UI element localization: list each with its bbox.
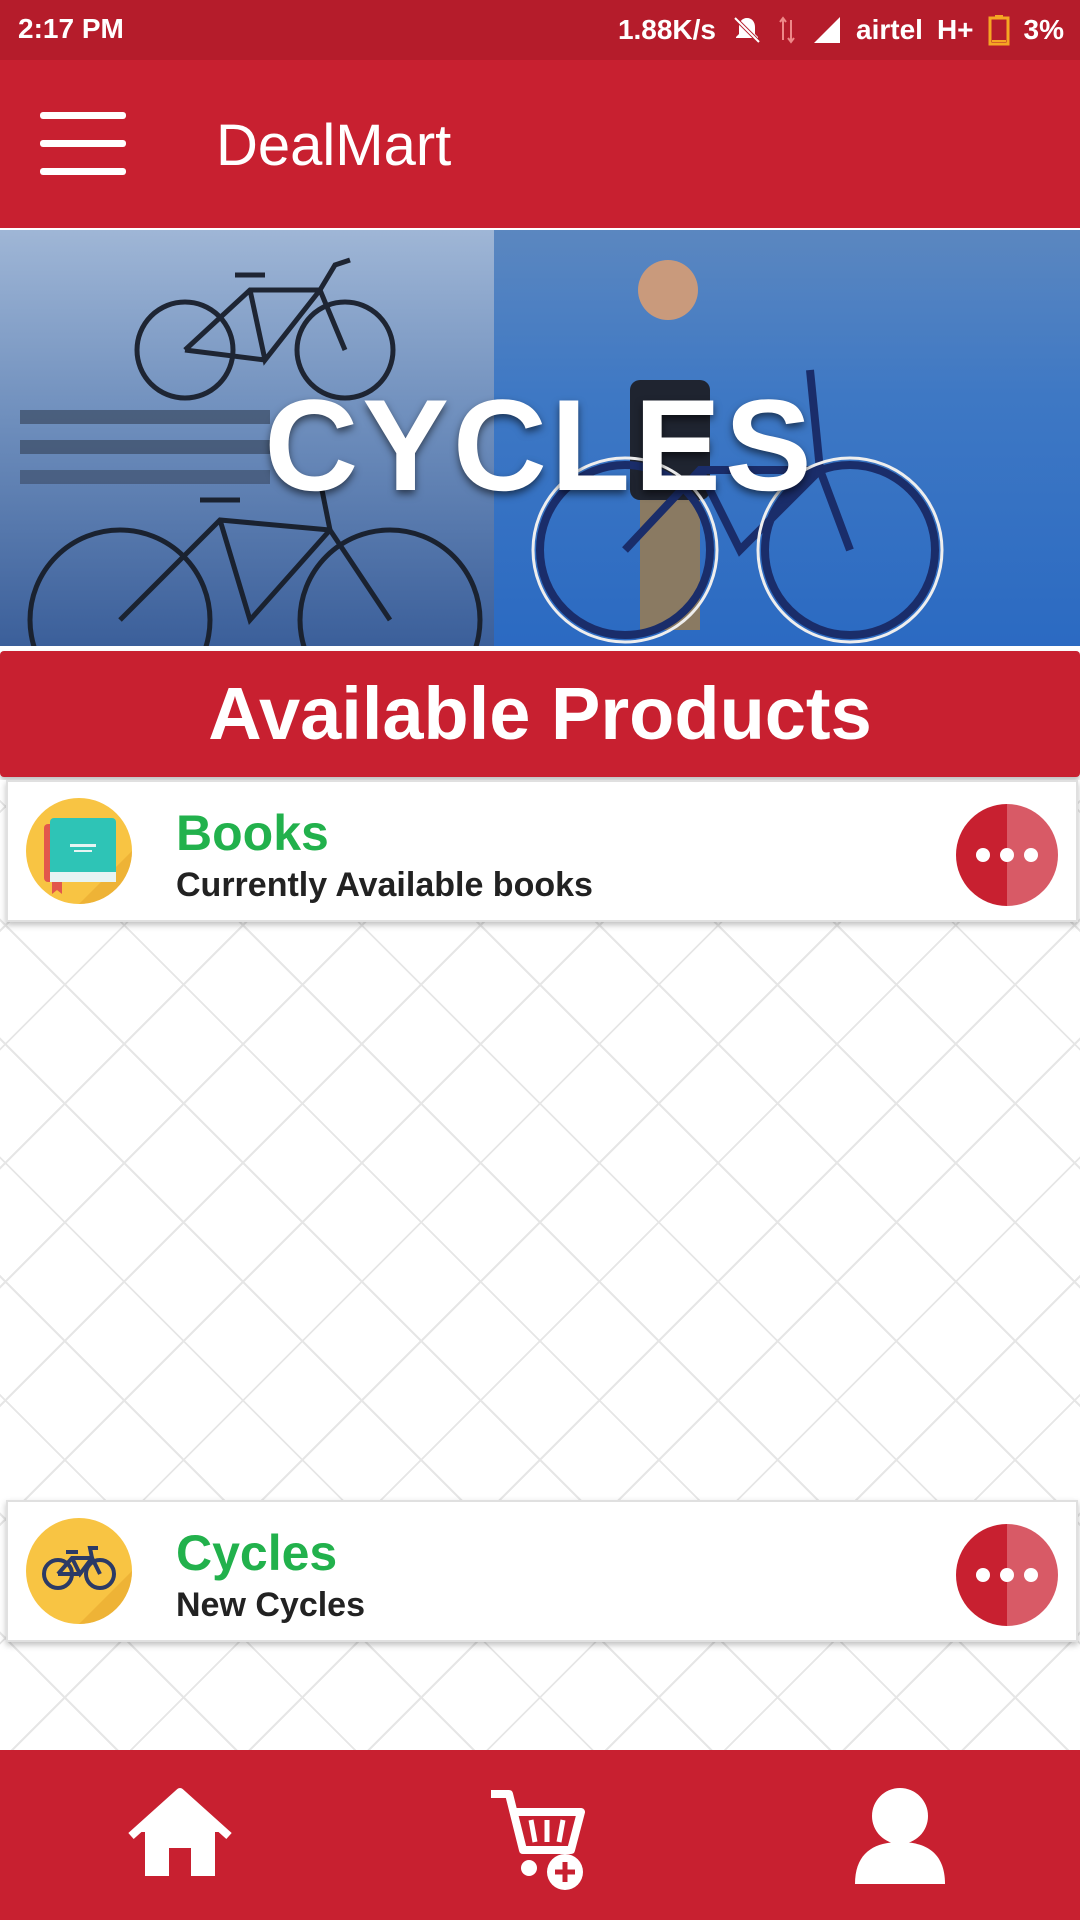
battery-icon bbox=[988, 14, 1010, 46]
more-options-button[interactable] bbox=[956, 804, 1058, 906]
category-banner[interactable]: CYCLES bbox=[0, 230, 1080, 646]
banner-title: CYCLES bbox=[264, 372, 816, 518]
carrier-name: airtel bbox=[856, 14, 923, 45]
app-bar: DealMart bbox=[0, 60, 1080, 228]
status-time: 2:17 PM bbox=[18, 13, 124, 44]
battery-level: 3% bbox=[1023, 14, 1064, 45]
dot-icon bbox=[1024, 848, 1038, 862]
book-icon bbox=[26, 798, 132, 904]
more-options-button[interactable] bbox=[956, 1524, 1058, 1626]
dot-icon bbox=[1000, 848, 1014, 862]
signal-icon bbox=[810, 15, 842, 45]
cart-add-icon[interactable] bbox=[485, 1780, 595, 1890]
section-title: Available Products bbox=[0, 651, 1080, 777]
status-indicators: 1.88K/s airtel H+ 3% bbox=[618, 13, 1064, 47]
status-bar: 2:17 PM 1.88K/s airtel H+ 3% bbox=[0, 0, 1080, 60]
product-description: New Cycles bbox=[176, 1586, 365, 1624]
product-card-books[interactable]: Books Currently Available books bbox=[6, 780, 1078, 922]
dot-icon bbox=[1024, 1568, 1038, 1582]
network-type: H+ bbox=[936, 14, 974, 45]
user-icon[interactable] bbox=[845, 1780, 955, 1890]
app-title: DealMart bbox=[216, 113, 452, 178]
product-card-cycles[interactable]: Cycles New Cycles bbox=[6, 1500, 1078, 1642]
bottom-navigation bbox=[0, 1750, 1080, 1920]
dot-icon bbox=[976, 848, 990, 862]
mute-icon bbox=[730, 13, 764, 47]
product-name: Books bbox=[176, 805, 329, 861]
dot-icon bbox=[1000, 1568, 1014, 1582]
data-arrows-icon bbox=[778, 14, 796, 46]
product-description: Currently Available books bbox=[176, 866, 593, 904]
net-speed: 1.88K/s bbox=[617, 14, 717, 45]
dot-icon bbox=[976, 1568, 990, 1582]
product-name: Cycles bbox=[176, 1525, 338, 1581]
hamburger-menu-icon[interactable] bbox=[40, 112, 126, 176]
home-icon[interactable] bbox=[125, 1780, 235, 1890]
bicycle-icon bbox=[26, 1518, 132, 1624]
